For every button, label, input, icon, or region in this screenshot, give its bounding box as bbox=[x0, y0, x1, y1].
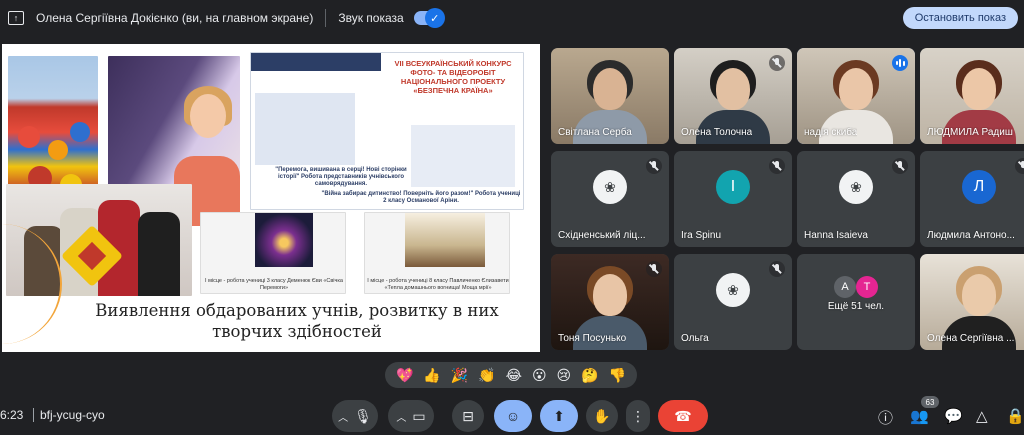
participant-avatar: ❀ bbox=[716, 273, 750, 308]
camera-control[interactable]: ︿ ▭ bbox=[388, 400, 434, 432]
participant-name: Олена Толочна bbox=[681, 127, 753, 138]
sound-label: Звук показа bbox=[338, 11, 404, 25]
participant-name: Ольга bbox=[681, 333, 709, 344]
reaction-emoji-button[interactable]: 👏 bbox=[478, 368, 495, 382]
people-icon[interactable]: 👥 bbox=[910, 407, 929, 425]
reaction-emoji-button[interactable]: 👍 bbox=[423, 368, 440, 382]
participant-tile[interactable]: I Ira Spinu bbox=[674, 151, 792, 247]
hangup-button[interactable]: ☎ bbox=[658, 400, 708, 432]
chat-icon[interactable]: 💬 bbox=[944, 407, 963, 425]
divider bbox=[33, 408, 34, 422]
stop-presenting-button[interactable]: Остановить показ bbox=[902, 7, 1018, 29]
candle-caption: І місце - робота учениці 3 класу Деменюк… bbox=[205, 278, 343, 291]
camera-icon[interactable]: ▭ bbox=[412, 408, 425, 425]
participant-name: Ira Spinu bbox=[681, 230, 722, 241]
participant-tile[interactable]: ❀ Східненський ліц... bbox=[551, 151, 669, 247]
share-screen-icon: ↑ bbox=[8, 11, 24, 25]
meeting-code: bfj-ycug-cyo bbox=[40, 408, 105, 422]
reaction-emoji-button[interactable]: 👎 bbox=[609, 368, 626, 382]
slide-title-line: Виявлення обдарованих учнів, розвитку в … bbox=[95, 301, 499, 320]
slide-photo-candle-2: І місце - робота учениці 8 класу Павличе… bbox=[364, 212, 510, 294]
participant-name: Світлана Серба bbox=[558, 127, 632, 138]
participant-name: надія скиба bbox=[804, 127, 858, 138]
chevron-up-icon[interactable]: ︿ bbox=[396, 409, 406, 424]
participant-name: Людмила Антоно... bbox=[927, 230, 1015, 241]
reaction-emoji-button[interactable]: 😮 bbox=[532, 368, 547, 382]
participant-name: Ещё 51 чел. bbox=[827, 301, 885, 312]
present-icon: ⬆ bbox=[553, 407, 565, 424]
participant-tile[interactable]: ❀ Hanna Isaieva bbox=[797, 151, 915, 247]
participant-tile[interactable]: А Т Ещё 51 чел. bbox=[797, 254, 915, 350]
info-icon[interactable]: ⓘ bbox=[878, 407, 893, 428]
slide-poster: VII ВСЕУКРАЇНСЬКИЙ КОНКУРС ФОТО- ТА ВІДЕ… bbox=[250, 52, 524, 210]
reaction-emoji-button[interactable]: 💖 bbox=[396, 368, 413, 382]
candle-caption: І місце - робота учениці 8 класу Павличе… bbox=[367, 278, 509, 291]
mic-control[interactable]: ︿ 🎙 bbox=[332, 400, 378, 432]
participant-avatar: ❀ bbox=[839, 170, 873, 205]
mic-off-icon bbox=[769, 55, 785, 71]
mic-off-icon bbox=[646, 158, 662, 174]
host-controls-icon[interactable]: 🔒 bbox=[1006, 407, 1024, 425]
participant-tile[interactable]: ❀ Ольга bbox=[674, 254, 792, 350]
presentation-slide: VII ВСЕУКРАЇНСЬКИЙ КОНКУРС ФОТО- ТА ВІДЕ… bbox=[2, 44, 540, 352]
sound-toggle[interactable]: ✓ bbox=[413, 8, 445, 28]
mic-off-icon bbox=[1015, 158, 1024, 174]
bottom-bar: 6:23 bfj-ycug-cyo ︿ 🎙 ︿ ▭ ⊟ ☺ ⬆ ✋ ⋮ ☎ ⓘ bbox=[0, 396, 1024, 435]
poster-caption: "Перемога, вишивана в серці! Нові сторін… bbox=[275, 167, 407, 187]
participant-avatar: I bbox=[716, 170, 750, 205]
mic-off-icon bbox=[892, 158, 908, 174]
participant-tile[interactable]: Тоня Посунько bbox=[551, 254, 669, 350]
mic-off-icon bbox=[769, 158, 785, 174]
emoji-button[interactable]: ☺ bbox=[494, 400, 532, 432]
activities-icon[interactable]: △ bbox=[976, 407, 988, 425]
raise-hand-button[interactable]: ✋ bbox=[586, 400, 618, 432]
present-button[interactable]: ⬆ bbox=[540, 400, 578, 432]
reaction-emoji-button[interactable]: 😂 bbox=[506, 368, 522, 382]
check-icon: ✓ bbox=[424, 8, 445, 28]
reaction-emoji-button[interactable]: 😢 bbox=[557, 368, 572, 382]
emoji-icon: ☺ bbox=[505, 408, 521, 424]
poster-title: VII ВСЕУКРАЇНСЬКИЙ КОНКУРС ФОТО- ТА ВІДЕ… bbox=[394, 59, 512, 95]
speaking-indicator-icon bbox=[892, 55, 908, 71]
raise-hand-icon: ✋ bbox=[593, 407, 611, 424]
divider bbox=[325, 9, 327, 27]
reactions-bar: 💖 👍 🎉 👏 😂 😮 😢 🤔 👎 bbox=[385, 362, 637, 388]
participant-tile[interactable]: Світлана Серба bbox=[551, 48, 669, 144]
participant-avatar: Л bbox=[962, 170, 996, 205]
presenter-label: Олена Сергіївна Докієнко (ви, на главном… bbox=[36, 11, 314, 25]
participant-avatar: Т bbox=[856, 275, 878, 298]
participant-name: Тоня Посунько bbox=[558, 333, 627, 344]
participant-tile[interactable]: надія скиба bbox=[797, 48, 915, 144]
slide-photo-candle-1: І місце - робота учениці 3 класу Деменюк… bbox=[200, 212, 346, 294]
participant-name: Hanna Isaieva bbox=[804, 230, 868, 241]
participant-name: Олена Сергіївна ... bbox=[927, 333, 1015, 344]
participant-tile[interactable]: ЛЮДМИЛА Радиш bbox=[920, 48, 1024, 144]
participant-tile[interactable]: Олена Сергіївна ... bbox=[920, 254, 1024, 350]
more-options-button[interactable]: ⋮ bbox=[626, 400, 650, 432]
mic-off-icon bbox=[646, 261, 662, 277]
participant-name: ЛЮДМИЛА Радиш bbox=[927, 127, 1013, 138]
more-participants-avatars: АТ bbox=[834, 275, 878, 298]
poster-caption: "Війна забирає дитинство! Поверніть його… bbox=[321, 191, 521, 204]
clock: 6:23 bbox=[0, 408, 24, 422]
participants-count-badge: 63 bbox=[921, 396, 939, 408]
more-vert-icon: ⋮ bbox=[631, 407, 645, 424]
hangup-icon: ☎ bbox=[674, 407, 692, 424]
mic-icon[interactable]: 🎙 bbox=[354, 408, 372, 425]
participant-avatar: А bbox=[834, 275, 856, 298]
participant-tile[interactable]: Л Людмила Антоно... bbox=[920, 151, 1024, 247]
participant-tile[interactable]: Олена Толочна bbox=[674, 48, 792, 144]
reaction-emoji-button[interactable]: 🎉 bbox=[451, 368, 468, 382]
chevron-up-icon[interactable]: ︿ bbox=[338, 409, 348, 424]
captions-button[interactable]: ⊟ bbox=[452, 400, 484, 432]
captions-icon: ⊟ bbox=[462, 407, 474, 424]
participant-avatar: ❀ bbox=[593, 170, 627, 205]
top-bar: ↑ Олена Сергіївна Докієнко (ви, на главн… bbox=[0, 0, 1024, 36]
slide-title-line: творчих здібностей bbox=[212, 322, 382, 341]
meet-window: ↑ Олена Сергіївна Докієнко (ви, на главн… bbox=[0, 0, 1024, 435]
participant-name: Східненський ліц... bbox=[558, 230, 646, 241]
slide-title: Виявлення обдарованих учнів, розвитку в … bbox=[62, 300, 532, 342]
mic-off-icon bbox=[769, 261, 785, 277]
reaction-emoji-button[interactable]: 🤔 bbox=[581, 368, 598, 382]
